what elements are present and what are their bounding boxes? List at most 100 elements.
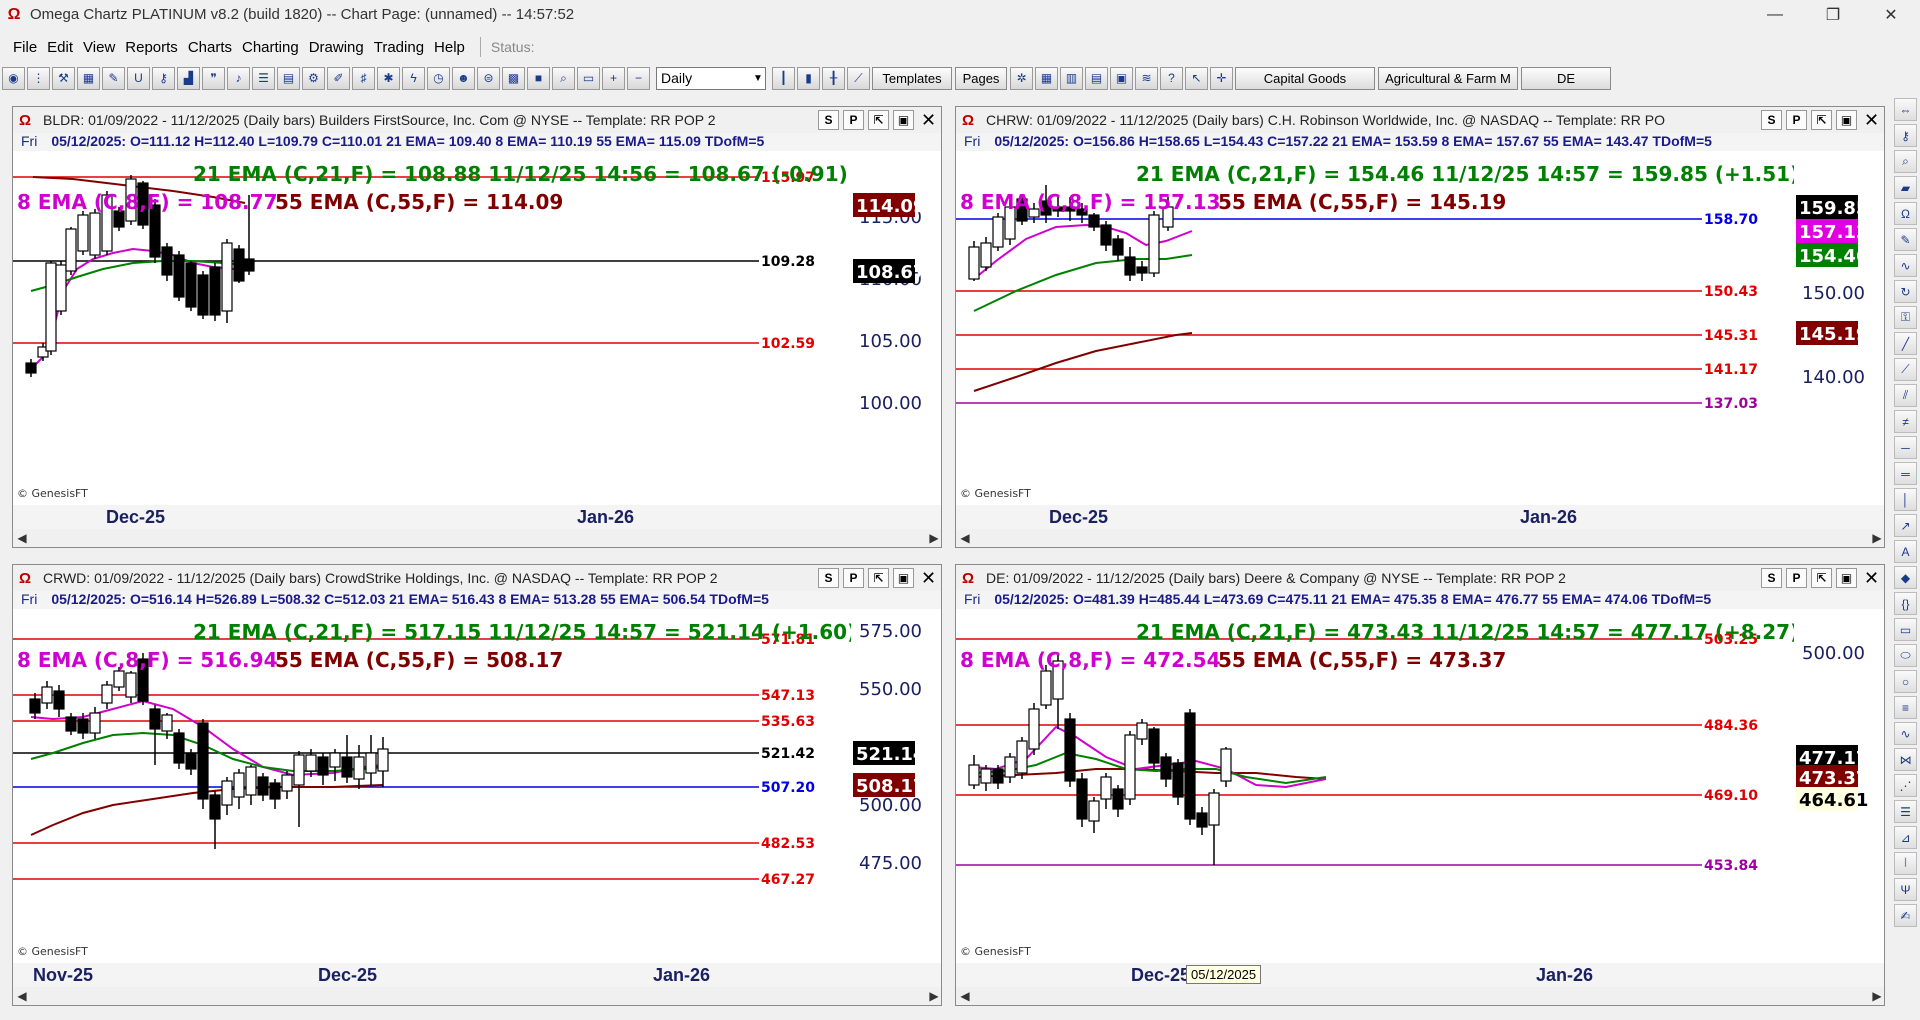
checker-icon[interactable]: ▩ <box>502 66 525 90</box>
horizontal-scrollbar[interactable]: ◀ ▶ <box>956 529 1884 547</box>
price-chart[interactable]: 503.25484.36469.10453.8421 EMA (C,21,F) … <box>956 609 1885 963</box>
scroll-right-icon[interactable]: ▶ <box>1868 529 1884 547</box>
wave-tool-icon[interactable]: ∿ <box>1894 722 1917 745</box>
speed-tool-icon[interactable]: ⊿ <box>1894 826 1917 849</box>
bug-icon[interactable]: ✱ <box>377 66 400 90</box>
tile-icon[interactable]: ▣ <box>1836 110 1857 130</box>
close-button[interactable]: ✕ <box>1862 0 1920 29</box>
de-button[interactable]: DE <box>1521 66 1611 90</box>
red-square-icon[interactable]: ■ <box>527 66 550 90</box>
clock-icon[interactable]: ◷ <box>427 66 450 90</box>
print-p-button[interactable]: P <box>1786 110 1807 130</box>
print-p-button[interactable]: P <box>843 110 864 130</box>
key-tool-icon[interactable]: ⚷ <box>1894 124 1917 147</box>
capital-goods-button[interactable]: Capital Goods <box>1235 66 1375 90</box>
ohlc-type-icon[interactable]: ╂ <box>822 66 845 90</box>
horizontal-scrollbar[interactable]: ◀ ▶ <box>13 529 941 547</box>
trendline-icon[interactable]: ╱ <box>1894 332 1917 355</box>
horizontal-scrollbar[interactable]: ◀ ▶ <box>13 987 941 1005</box>
scroll-left-icon[interactable]: ◀ <box>13 987 31 1005</box>
color-tool-icon[interactable]: ◆ <box>1894 566 1917 589</box>
parallel-icon[interactable]: ≠ <box>1894 410 1917 433</box>
face-icon[interactable]: ☻ <box>452 66 475 90</box>
globe-icon[interactable]: ◉ <box>2 66 25 90</box>
tile-icon[interactable]: ▣ <box>893 110 914 130</box>
fib-tool-icon[interactable]: ≡ <box>1894 696 1917 719</box>
bar-chart-icon[interactable]: ▟ <box>177 66 200 90</box>
cross-minus-icon[interactable]: − <box>627 66 650 90</box>
cross-plus-icon[interactable]: + <box>602 66 625 90</box>
settings-s-button[interactable]: S <box>818 568 839 588</box>
gear-icon[interactable]: ⚙ <box>302 66 325 90</box>
menu-reports[interactable]: Reports <box>120 39 183 56</box>
menu-view[interactable]: View <box>78 39 120 56</box>
brush-icon[interactable]: ✎ <box>102 66 125 90</box>
settings-s-button[interactable]: S <box>818 110 839 130</box>
grid-icon[interactable]: ▤ <box>277 66 300 90</box>
lock-tool-icon[interactable]: ⚿ <box>1894 306 1917 329</box>
magnifier-icon[interactable]: ⌕ <box>552 66 575 90</box>
lamp-icon[interactable]: ⊜ <box>477 66 500 90</box>
tile-icon[interactable]: ▣ <box>893 568 914 588</box>
signal-icon[interactable]: ≋ <box>1135 66 1158 90</box>
zoom-tool-icon[interactable]: ⌕ <box>1894 150 1917 173</box>
text-tool-icon[interactable]: A <box>1894 540 1917 563</box>
agricultural-farm-button[interactable]: Agricultural & Farm M <box>1378 66 1518 90</box>
rect-tool-icon[interactable]: ▭ <box>1894 618 1917 641</box>
eraser-icon[interactable]: ▰ <box>1894 176 1917 199</box>
interval-select[interactable]: Daily ▼ <box>656 66 766 90</box>
quote-icon[interactable]: ❞ <box>202 66 225 90</box>
arrow-tool-icon[interactable]: ↗ <box>1894 514 1917 537</box>
detach-icon[interactable]: ⇱ <box>1811 568 1832 588</box>
traffic-light-icon[interactable]: ⋮ <box>27 66 50 90</box>
refresh-tool-icon[interactable]: ↻ <box>1894 280 1917 303</box>
list-icon[interactable]: ☰ <box>252 66 275 90</box>
scroll-left-icon[interactable]: ◀ <box>956 529 974 547</box>
menu-help[interactable]: Help <box>429 39 470 56</box>
channel-icon[interactable]: ⫽ <box>1894 384 1917 407</box>
horizontal-scrollbar[interactable]: ◀ ▶ <box>956 987 1884 1005</box>
ellipse-tool-icon[interactable]: ⬭ <box>1894 644 1917 667</box>
close-chart-icon[interactable]: ✕ <box>918 110 939 130</box>
chart-pane-de[interactable]: Ω DE: 01/09/2022 - 11/12/2025 (Daily bar… <box>955 564 1885 1006</box>
scan-icon[interactable]: ▦ <box>77 66 100 90</box>
menu-edit[interactable]: Edit <box>42 39 78 56</box>
pencil-icon[interactable]: ✐ <box>327 66 350 90</box>
ray-icon[interactable]: ⟋ <box>1894 358 1917 381</box>
brace-tool-icon[interactable]: {} <box>1894 592 1917 615</box>
scroll-right-icon[interactable]: ▶ <box>1868 987 1884 1005</box>
settings-s-button[interactable]: S <box>1761 110 1782 130</box>
scroll-left-icon[interactable]: ◀ <box>956 987 974 1005</box>
network-icon[interactable]: ✲ <box>1010 66 1033 90</box>
retrace-tool-icon[interactable]: ☰ <box>1894 800 1917 823</box>
bar-type-icon[interactable]: ┃ <box>772 66 795 90</box>
price-chart[interactable]: 158.70 150.43 145.31 141.17 137.03 21 EMA (C,… <box>956 151 1885 505</box>
hline-icon[interactable]: ─ <box>1894 436 1917 459</box>
pointer-icon[interactable]: ↖ <box>1185 66 1208 90</box>
print-p-button[interactable]: P <box>843 568 864 588</box>
minimize-button[interactable]: — <box>1746 0 1804 29</box>
price-chart[interactable]: 115.97109.28102.5921 EMA (C,21,F) = 108.… <box>13 151 942 505</box>
menu-charting[interactable]: Charting <box>237 39 304 56</box>
cycle-tool-icon[interactable]: ⦚ <box>1894 852 1917 875</box>
chart-pane-chrw[interactable]: Ω CHRW: 01/09/2022 - 11/12/2025 (Daily b… <box>955 106 1885 548</box>
expand-icon[interactable]: ⇔ <box>1894 98 1917 121</box>
tile-rows-icon[interactable]: ▥ <box>1060 66 1083 90</box>
curve-tool-icon[interactable]: ∿ <box>1894 254 1917 277</box>
scroll-right-icon[interactable]: ▶ <box>925 987 941 1005</box>
gann-tool-icon[interactable]: ⋈ <box>1894 748 1917 771</box>
close-chart-icon[interactable]: ✕ <box>1861 110 1882 130</box>
hline2-icon[interactable]: ═ <box>1894 462 1917 485</box>
chart-pane-bldr[interactable]: Ω BLDR: 01/09/2022 - 11/12/2025 (Daily b… <box>12 106 942 548</box>
tile-icon[interactable]: ▣ <box>1836 568 1857 588</box>
chart-pane-crwd[interactable]: Ω CRWD: 01/09/2022 - 11/12/2025 (Daily b… <box>12 564 942 1006</box>
close-chart-icon[interactable]: ✕ <box>918 568 939 588</box>
tile-cols-icon[interactable]: ▤ <box>1085 66 1108 90</box>
menu-file[interactable]: File <box>8 39 42 56</box>
pencil-tool-icon[interactable]: ✎ <box>1894 228 1917 251</box>
lightning-icon[interactable]: ϟ <box>402 66 425 90</box>
circle-tool-icon[interactable]: ○ <box>1894 670 1917 693</box>
tile-grid-icon[interactable]: ▦ <box>1035 66 1058 90</box>
help-cursor-icon[interactable]: ? <box>1160 66 1183 90</box>
crosshair-icon[interactable]: ✛ <box>1210 66 1233 90</box>
